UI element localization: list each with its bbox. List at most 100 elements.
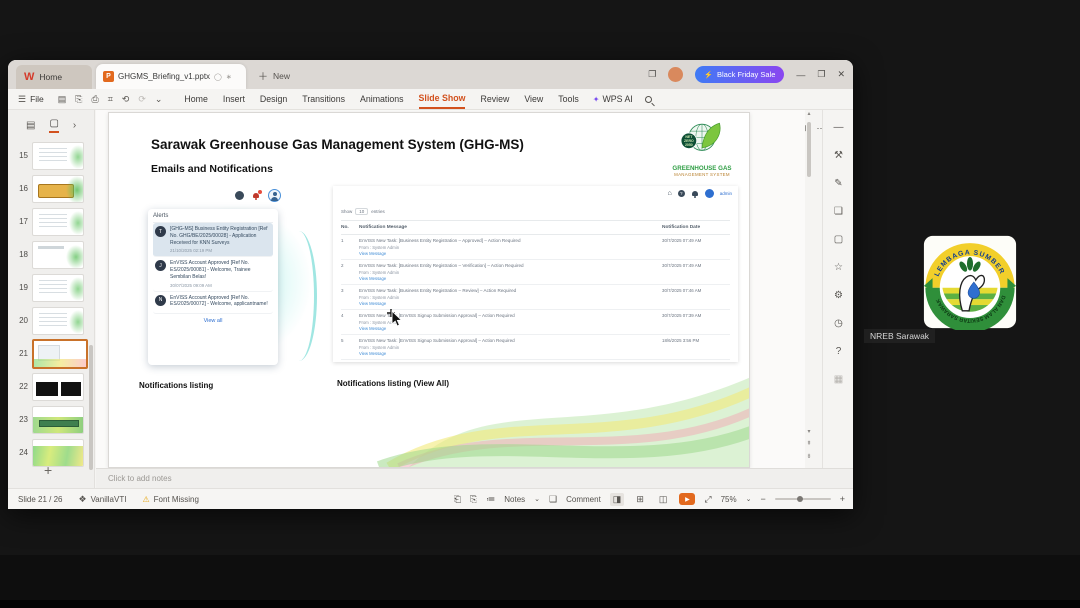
search-icon[interactable] — [644, 95, 652, 103]
export-icon[interactable]: ⎘ — [75, 94, 82, 105]
doc-sync-icon[interactable]: ◯ — [214, 73, 222, 81]
doc-modified-icon[interactable]: ∗ — [226, 73, 232, 81]
slide-thumbnail[interactable] — [32, 338, 88, 369]
slide-thumbnail[interactable] — [32, 405, 84, 434]
scroll-down-icon[interactable]: ▾ — [805, 428, 813, 435]
new-tab-button[interactable]: ＋ New — [258, 68, 291, 84]
slide-thumbnail[interactable] — [32, 273, 84, 302]
user-avatar[interactable] — [668, 67, 684, 82]
previous-slide-icon[interactable]: ⇞ — [805, 440, 813, 447]
slide-view-icon[interactable]: ▢ — [49, 118, 59, 133]
zoom-slider[interactable] — [774, 496, 831, 502]
document-tab[interactable]: P GHGMS_Briefing_v1.pptx ◯ ∗ — [96, 64, 246, 89]
scroll-up-icon[interactable]: ▴ — [805, 110, 813, 117]
slide-thumbnail[interactable] — [32, 306, 84, 335]
task-window-icon[interactable]: ⎗ — [454, 494, 461, 505]
qat-more-icon[interactable]: ⌄ — [155, 94, 163, 105]
slide-thumbnail-row[interactable]: 19 — [8, 271, 94, 304]
slide-thumbnail[interactable] — [32, 174, 84, 203]
shapes-icon[interactable]: ❏ — [823, 206, 854, 217]
zoom-out-icon[interactable]: − — [760, 494, 765, 504]
new-tab-label: New — [273, 70, 291, 81]
add-slide-button[interactable]: + — [44, 462, 52, 478]
save-icon[interactable]: ▤ — [58, 94, 67, 105]
wps-home-tab[interactable]: W Home — [16, 65, 92, 89]
ribbon-tab[interactable]: Design — [260, 89, 287, 109]
ribbon-tab[interactable]: Transitions — [302, 89, 345, 109]
ribbon-tab[interactable]: Slide Show — [418, 89, 466, 109]
notes-chevron-icon[interactable]: ⌄ — [534, 495, 540, 503]
slideshow-play-button[interactable]: ▶ — [679, 493, 696, 505]
outline-view-icon[interactable]: ▤ — [26, 120, 35, 131]
ribbon-tab[interactable]: Tools — [558, 89, 579, 109]
slide-thumbnail-row[interactable]: 20 — [8, 304, 94, 337]
notification-sender: From : System Admin — [359, 319, 400, 325]
file-menu[interactable]: ☰ File — [18, 94, 44, 105]
scrollbar-thumb[interactable] — [807, 122, 811, 177]
ribbon-tab[interactable]: View — [524, 89, 543, 109]
ribbon-tab[interactable]: Animations — [360, 89, 404, 109]
close-button[interactable]: ✕ — [837, 69, 845, 80]
slide-thumbnail-row[interactable]: 16 — [8, 172, 94, 205]
history-icon[interactable]: ◷ — [823, 318, 854, 329]
slide-thumbnail[interactable] — [32, 207, 84, 236]
zoom-level[interactable]: 75% — [721, 495, 737, 504]
slide-sorter-icon[interactable]: ⊞ — [633, 493, 647, 506]
notification-date: 18/6/2025 3:56 PM — [662, 338, 700, 343]
slide-thumbnail-row[interactable]: 15 — [8, 139, 94, 172]
slide-thumbnail-row[interactable]: 22 — [8, 370, 94, 403]
zoom-slider-handle[interactable] — [796, 496, 803, 502]
hamburger-icon: ☰ — [18, 93, 27, 104]
panel-expand-icon[interactable]: › — [73, 120, 76, 131]
comment-panel-icon[interactable]: ▢ — [823, 234, 854, 245]
apps-grid-icon[interactable]: ▦ — [823, 374, 854, 385]
slide-thumbnail-row[interactable]: 18 — [8, 238, 94, 271]
fullscreen-icon[interactable]: ⤢ — [704, 494, 711, 505]
ribbon-tab[interactable]: Home — [184, 89, 207, 109]
slide-thumbnail[interactable] — [32, 240, 84, 269]
comment-icon[interactable]: ❑ — [549, 494, 557, 505]
next-slide-icon[interactable]: ⇟ — [805, 453, 813, 460]
canvas-scrollbar[interactable]: ▴ ▾ ⇞ ⇟ — [805, 110, 813, 468]
redo-icon[interactable]: ⟳ — [138, 94, 146, 105]
notes-toggle[interactable]: Notes — [504, 495, 525, 504]
slide-thumbnail-row[interactable]: 17 — [8, 205, 94, 238]
thumbnail-scrollbar[interactable] — [89, 345, 93, 470]
comment-button[interactable]: Comment — [566, 495, 601, 504]
font-missing-warning[interactable]: ⚠ Font Missing — [142, 495, 199, 504]
favorites-icon[interactable]: ☆ — [823, 262, 854, 273]
notification-sender: From : System Admin — [359, 294, 400, 300]
theme-indicator[interactable]: ❖ VanillaVTI — [78, 494, 126, 505]
zoom-chevron-icon[interactable]: ⌄ — [746, 495, 752, 503]
settings-icon[interactable]: ⚙ — [823, 290, 854, 301]
slide-21[interactable]: Sarawak Greenhouse Gas Management System… — [108, 112, 750, 468]
ribbon-tab[interactable]: Review — [480, 89, 509, 109]
slide-number: 22 — [19, 382, 28, 391]
black-friday-sale-button[interactable]: ⚡ Black Friday Sale — [695, 66, 785, 83]
collapse-rail-icon[interactable]: — — [823, 122, 854, 133]
tab-list-icon[interactable]: ❐ — [648, 69, 656, 80]
alert-item: J EnVISS Account Approved [Ref No. ES/20… — [153, 257, 273, 292]
zoom-in-icon[interactable]: + — [840, 494, 845, 504]
ribbon-tab[interactable]: Insert — [223, 89, 245, 109]
tools-icon[interactable]: ⚒ — [823, 150, 854, 161]
notes-input[interactable]: Click to add notes — [96, 468, 853, 488]
print-icon[interactable]: ⎙ — [92, 94, 99, 105]
slide-thumbnail[interactable] — [32, 141, 84, 170]
undo-icon[interactable]: ⟲ — [122, 94, 130, 105]
normal-view-icon[interactable]: ◨ — [609, 492, 625, 506]
minimize-button[interactable]: — — [796, 70, 805, 80]
edit-style-icon[interactable]: ✎ — [823, 178, 854, 189]
slide-thumbnail-row[interactable]: 23 — [8, 403, 94, 436]
export-pane-icon[interactable]: ⎘ — [470, 494, 477, 505]
slide-thumbnail[interactable] — [32, 438, 84, 467]
slide-thumbnail[interactable] — [32, 372, 84, 401]
help-rail-icon[interactable]: ? — [823, 346, 854, 357]
wps-ai-button[interactable]: ✦ WPS AI — [593, 94, 633, 104]
notification-date: 30/7/2025 07:46 AM — [662, 288, 702, 293]
maximize-button[interactable]: ❐ — [817, 69, 825, 80]
reading-view-icon[interactable]: ◫ — [656, 493, 671, 506]
slide-thumbnail-row[interactable]: 21 — [8, 337, 94, 370]
preview-icon[interactable]: ⌗ — [108, 94, 113, 105]
notes-icon[interactable]: ≔ — [486, 494, 495, 505]
